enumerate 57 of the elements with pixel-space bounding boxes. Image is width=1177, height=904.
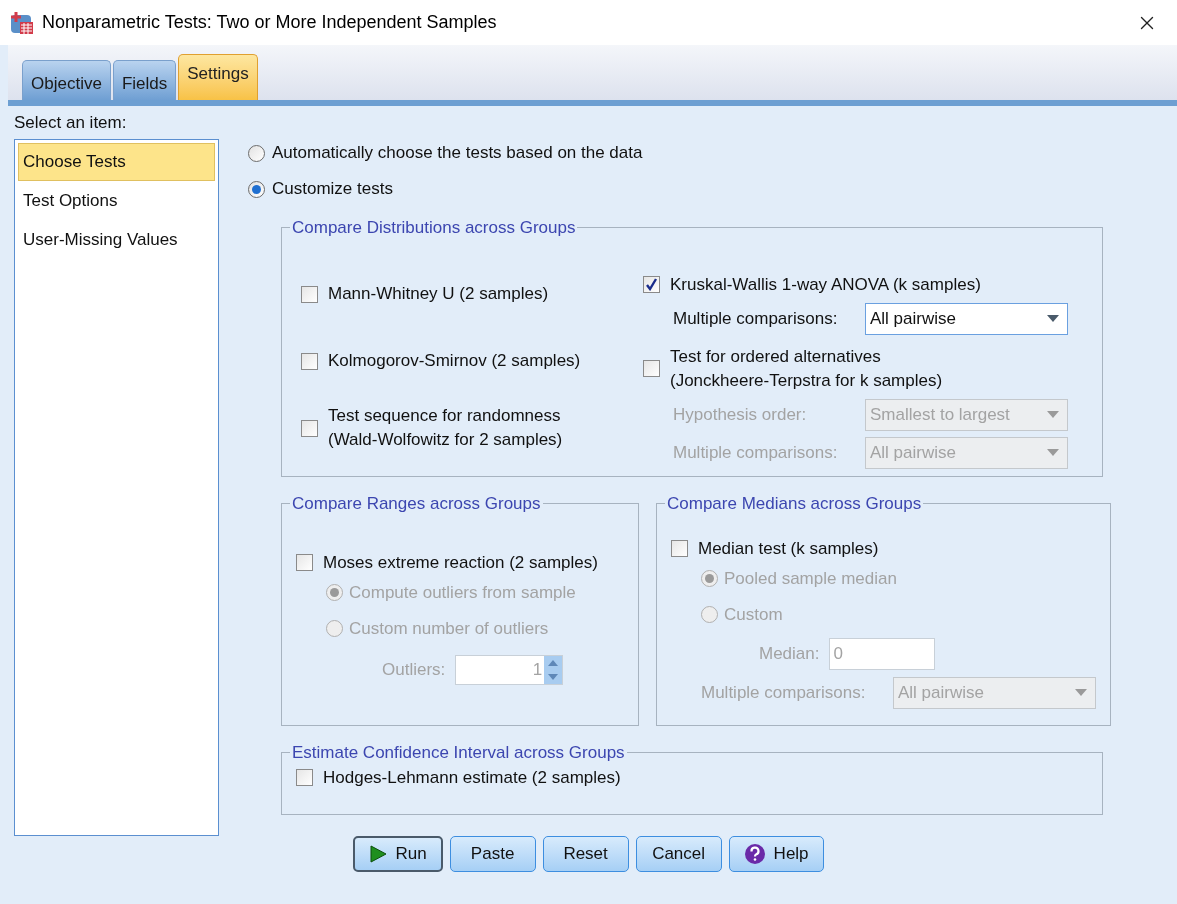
dialog-button[interactable]: Reset	[542, 836, 629, 872]
checkbox-label: Kruskal-Wallis 1-way ANOVA (k samples)	[670, 273, 981, 296]
group-title: Compare Ranges across Groups	[291, 493, 542, 515]
radio-label: Pooled sample median	[724, 567, 897, 590]
checkbox[interactable]	[643, 276, 660, 293]
caret-icon	[1075, 689, 1087, 696]
checkbox[interactable]	[296, 554, 313, 571]
dropdown-label: Hypothesis order:	[673, 403, 808, 426]
radio-label: Custom	[724, 603, 783, 626]
radio-label: Customize tests	[272, 178, 393, 201]
list-label: Select an item:	[14, 113, 128, 134]
checkbox-label: Moses extreme reaction (2 samples)	[323, 551, 598, 574]
checkbox-label: Median test (k samples)	[698, 537, 879, 560]
dropdown[interactable]: All pairwise	[865, 302, 1068, 335]
tab[interactable]: Settings	[178, 54, 258, 100]
spin-arrows-icon[interactable]	[544, 655, 563, 684]
checkbox-label: Mann-Whitney U (2 samples)	[328, 283, 549, 305]
checkbox[interactable]	[301, 352, 318, 370]
spinner-label: Outliers:	[382, 658, 446, 681]
list-item[interactable]: Test Options	[18, 181, 215, 220]
group-title: Compare Distributions across Groups	[291, 217, 577, 239]
checkbox-label: Test sequence for randomness (Wald-Wolfowitz for 2 samples)	[328, 405, 563, 451]
checkbox-label: Kolmogorov-Smirnov (2 samples)	[328, 350, 581, 372]
checkbox[interactable]	[296, 769, 313, 786]
checkbox-label: Hodges-Lehmann estimate (2 samples)	[323, 766, 621, 789]
dialog-button[interactable]: Cancel	[635, 836, 722, 872]
play-icon	[369, 845, 388, 863]
tab[interactable]: Fields	[112, 60, 177, 100]
help-button[interactable]: Help	[728, 836, 824, 872]
radio-label: Custom number of outliers	[349, 617, 549, 640]
caret-icon	[1047, 449, 1059, 456]
radio-button[interactable]	[248, 144, 265, 162]
tab[interactable]: Objective	[22, 60, 111, 100]
run-button[interactable]: Run	[353, 836, 443, 872]
caret-icon	[1047, 315, 1059, 322]
dropdown-label: Multiple comparisons:	[701, 681, 867, 704]
checkbox[interactable]	[643, 360, 660, 377]
list-item[interactable]: User-Missing Values	[18, 220, 215, 259]
checkmark-icon	[645, 278, 658, 291]
checkbox[interactable]	[671, 540, 688, 557]
field-label: Median:	[759, 642, 820, 665]
radio-button[interactable]	[248, 180, 265, 198]
radio-label: Compute outliers from sample	[349, 581, 576, 604]
group-title: Estimate Confidence Interval across Groups	[291, 742, 626, 764]
checkbox-label: Test for ordered alternatives (Jonckheere-Terpstra for k samples)	[670, 345, 943, 392]
dropdown-label: Multiple comparisons:	[673, 307, 839, 330]
app-icon	[10, 10, 34, 35]
dialog-button[interactable]: Paste	[449, 836, 536, 872]
group-title: Compare Medians across Groups	[666, 493, 923, 515]
checkbox[interactable]	[301, 285, 318, 303]
window-title: Nonparametric Tests: Two or More Independent Samples	[42, 11, 498, 34]
dropdown-label: Multiple comparisons:	[673, 441, 839, 464]
radio-label: Automatically choose the tests based on the data	[272, 142, 643, 165]
list-item[interactable]: Choose Tests	[18, 142, 215, 181]
caret-icon	[1047, 411, 1059, 418]
checkbox[interactable]	[301, 419, 318, 437]
help-icon	[743, 843, 766, 865]
